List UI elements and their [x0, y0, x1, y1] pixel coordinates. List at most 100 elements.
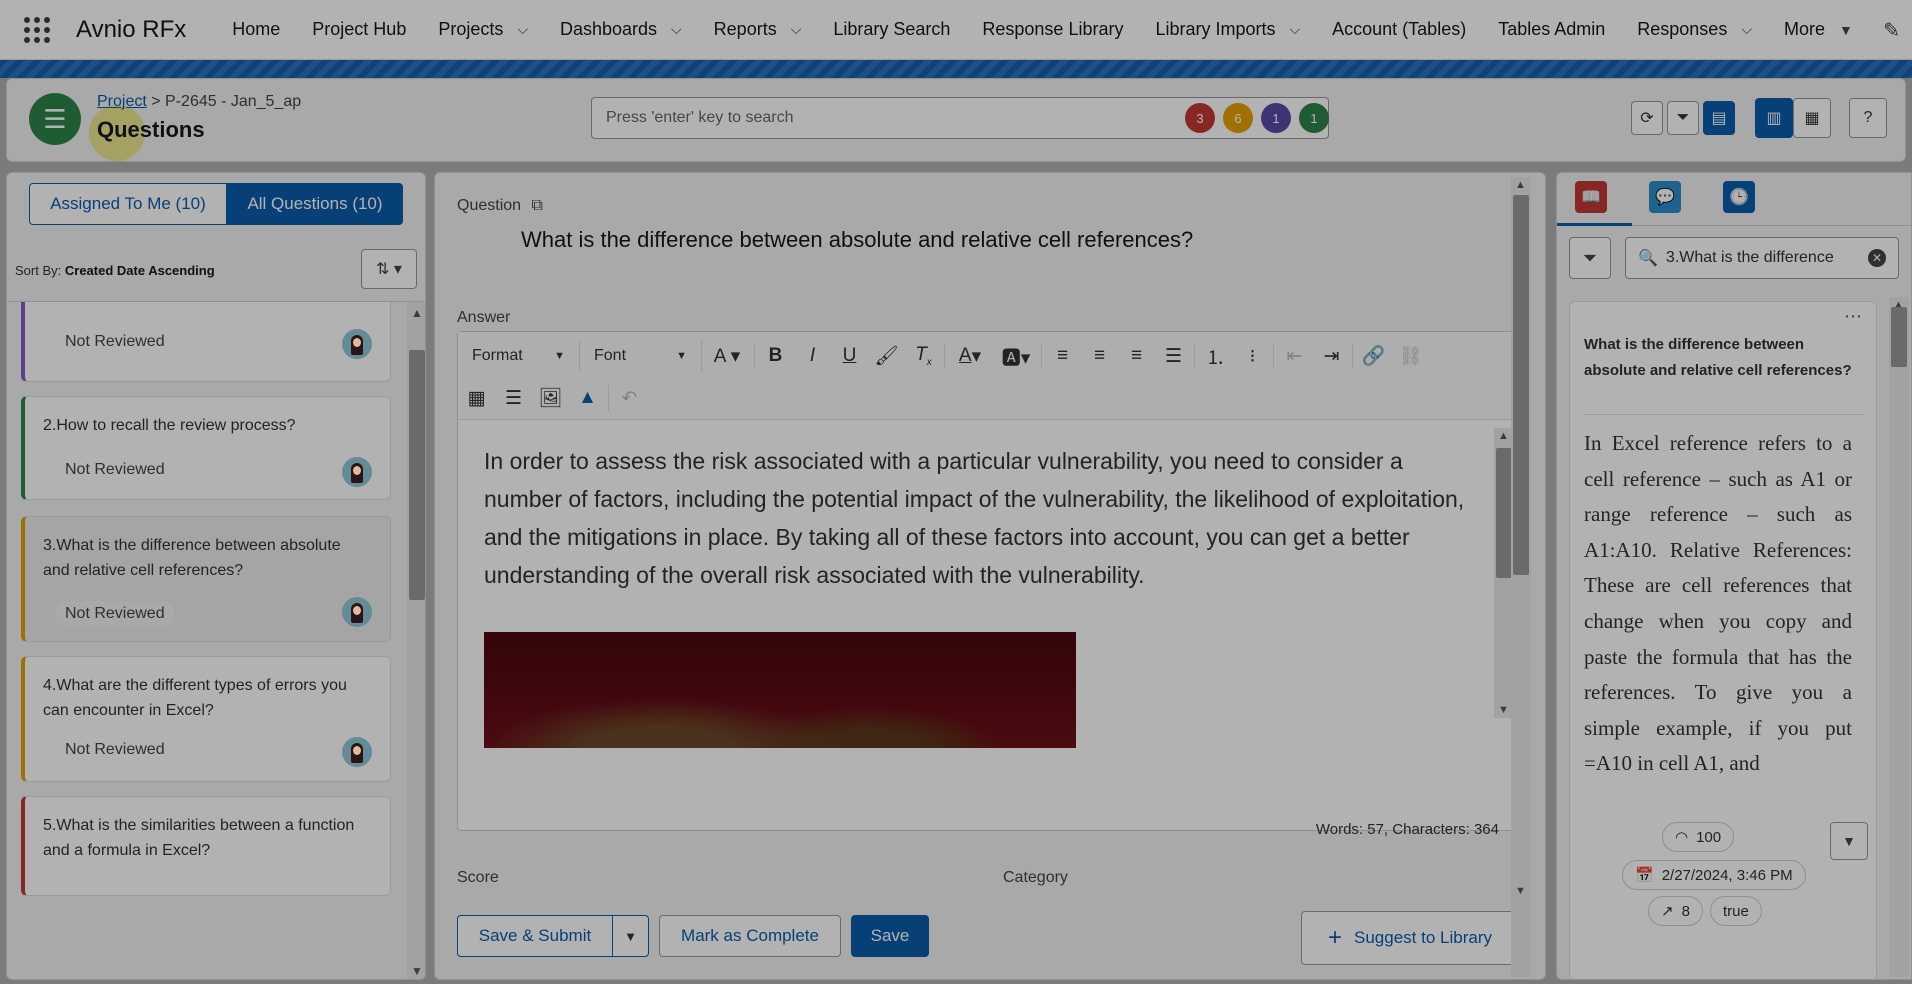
edit-nav-icon[interactable]: ✎: [1883, 18, 1900, 43]
save-submit-dropdown-button[interactable]: ▼: [613, 915, 649, 957]
scroll-down-icon[interactable]: ▼: [411, 964, 423, 978]
question-card[interactable]: 5.What is the similarities between a fun…: [21, 796, 391, 896]
chevron-down-icon[interactable]: ▼: [1839, 22, 1853, 38]
nav-item-response-library[interactable]: Response Library: [966, 0, 1139, 59]
outdent-button[interactable]: ⇤: [1276, 341, 1313, 371]
bullet-list-button[interactable]: ⁝: [1234, 341, 1271, 371]
question-card[interactable]: Excel? Not Reviewed: [21, 302, 391, 382]
mark-as-complete-button[interactable]: Mark as Complete: [659, 915, 841, 957]
nav-item-more[interactable]: More ▼: [1768, 0, 1869, 59]
search-input[interactable]: Press 'enter' key to search: [591, 97, 1329, 139]
scrollbar-thumb[interactable]: [1496, 448, 1512, 578]
chevron-down-icon[interactable]: ⌵: [1741, 21, 1752, 38]
font-select[interactable]: Font ▼: [580, 341, 702, 371]
italic-button[interactable]: I: [794, 341, 831, 371]
assign-button[interactable]: ▤: [1703, 101, 1735, 135]
status-count-badge[interactable]: 3: [1185, 103, 1215, 133]
justify-button[interactable]: ☰: [1155, 341, 1192, 371]
clear-search-icon[interactable]: ✕: [1868, 249, 1886, 267]
nav-item-account-tables[interactable]: Account (Tables): [1316, 0, 1482, 59]
background-color-button[interactable]: 🅰▾: [993, 341, 1039, 371]
answer-text[interactable]: In order to assess the risk associated w…: [484, 442, 1484, 594]
scroll-up-icon[interactable]: ▲: [1498, 430, 1509, 442]
tab-all-questions[interactable]: All Questions (10): [227, 183, 403, 225]
avnio-insert-button[interactable]: ▲: [569, 383, 606, 413]
question-list-scrollbar[interactable]: ▲ ▼: [407, 302, 425, 979]
save-button[interactable]: Save: [851, 915, 929, 957]
image-icon: 🖼: [538, 388, 563, 409]
undo-button[interactable]: ↶: [611, 383, 648, 413]
save-and-submit-button[interactable]: Save & Submit: [457, 915, 613, 957]
chevron-down-icon[interactable]: ⌵: [1290, 21, 1301, 38]
indent-button[interactable]: ⇥: [1313, 341, 1350, 371]
nav-item-label: Projects: [438, 19, 504, 39]
split-view-button[interactable]: ▥: [1755, 98, 1793, 138]
library-search-input[interactable]: 🔍 3.What is the difference ✕: [1625, 237, 1899, 279]
nav-item-project-hub[interactable]: Project Hub: [296, 0, 422, 59]
scroll-down-icon[interactable]: ▼: [1498, 704, 1509, 716]
link-button[interactable]: 🔗: [1355, 341, 1392, 371]
nav-item-home[interactable]: Home: [216, 0, 296, 59]
scrollbar-thumb[interactable]: [1891, 307, 1907, 367]
numbered-list-button[interactable]: ⒈: [1197, 341, 1234, 371]
bold-button[interactable]: B: [757, 341, 794, 371]
align-center-button[interactable]: ≡: [1081, 341, 1118, 371]
scrollbar-thumb[interactable]: [1513, 195, 1529, 575]
nav-item-library-imports[interactable]: Library Imports ⌵: [1139, 0, 1316, 59]
suggest-to-library-button[interactable]: + Suggest to Library: [1301, 911, 1519, 965]
help-button[interactable]: ?: [1849, 98, 1887, 138]
tab-assigned-to-me[interactable]: Assigned To Me (10): [29, 183, 227, 225]
answer-editor[interactable]: Format ▼ Font ▼ A ▾ B I U 🖌 Tx A ▾ 🅰▾ ≡ ≡ ≡…: [457, 331, 1517, 831]
open-external-icon[interactable]: ⧉: [532, 197, 543, 214]
sort-direction-button[interactable]: ⇅ ▾: [361, 249, 417, 289]
horizontal-rule-button[interactable]: ☰: [495, 383, 532, 413]
expand-answer-button[interactable]: ▼: [1830, 822, 1868, 860]
nav-item-responses[interactable]: Responses ⌵: [1621, 0, 1768, 59]
text-color-button[interactable]: A ▾: [947, 341, 993, 371]
status-count-badge[interactable]: 1: [1261, 103, 1291, 133]
assignee-avatar: [342, 329, 372, 359]
breadcrumb-project-link[interactable]: Project: [97, 93, 147, 110]
status-count-badge[interactable]: 6: [1223, 103, 1253, 133]
nav-item-projects[interactable]: Projects ⌵: [422, 0, 544, 59]
filter-button[interactable]: ⏷: [1667, 101, 1699, 135]
toolbar-separator: [1352, 343, 1353, 369]
scroll-down-icon[interactable]: ▼: [1515, 885, 1526, 897]
tab-chat[interactable]: 💬: [1649, 181, 1681, 213]
library-filter-button[interactable]: ⏷: [1569, 237, 1611, 279]
chevron-down-icon[interactable]: ⌵: [671, 21, 682, 38]
tab-history[interactable]: 🕒: [1723, 181, 1755, 213]
insert-table-button[interactable]: ▦: [458, 383, 495, 413]
insert-image-button[interactable]: 🖼: [532, 383, 569, 413]
unlink-button[interactable]: ⛓: [1392, 341, 1429, 371]
status-count-badge[interactable]: 1: [1299, 103, 1329, 133]
result-answer: In Excel reference refers to a cell refe…: [1584, 431, 1852, 776]
nav-item-tables-admin[interactable]: Tables Admin: [1482, 0, 1621, 59]
table-view-button[interactable]: ▦: [1793, 98, 1831, 138]
breadcrumb-project[interactable]: P-2645 - Jan_5_ap: [165, 93, 301, 110]
chevron-down-icon[interactable]: ⌵: [791, 21, 802, 38]
align-left-button[interactable]: ≡: [1044, 341, 1081, 371]
tab-library[interactable]: 📖: [1575, 181, 1607, 213]
scroll-up-icon[interactable]: ▲: [411, 306, 423, 320]
nav-item-reports[interactable]: Reports ⌵: [698, 0, 818, 59]
nav-item-dashboards[interactable]: Dashboards ⌵: [544, 0, 698, 59]
align-right-button[interactable]: ≡: [1118, 341, 1155, 371]
app-launcher-icon[interactable]: [22, 15, 52, 45]
scroll-up-icon[interactable]: ▲: [1515, 179, 1526, 191]
question-card[interactable]: 3.What is the difference between absolut…: [21, 516, 391, 642]
format-painter-button[interactable]: 🖌: [868, 341, 905, 371]
more-options-icon[interactable]: ⋯: [1844, 306, 1862, 327]
chevron-down-icon[interactable]: ⌵: [517, 21, 528, 38]
format-select[interactable]: Format ▼: [458, 341, 580, 371]
scrollbar-thumb[interactable]: [409, 350, 425, 600]
question-card[interactable]: 4.What are the different types of errors…: [21, 656, 391, 782]
library-scrollbar[interactable]: ▲: [1889, 297, 1909, 977]
nav-item-library-search[interactable]: Library Search: [817, 0, 966, 59]
underline-button[interactable]: U: [831, 341, 868, 371]
font-size-button[interactable]: A ▾: [702, 341, 752, 371]
clear-formatting-button[interactable]: Tx: [905, 341, 942, 371]
detail-scrollbar[interactable]: ▲ ▼: [1511, 177, 1531, 977]
question-card[interactable]: 2.How to recall the review process? Not R…: [21, 396, 391, 500]
refresh-button[interactable]: ⟳: [1631, 101, 1663, 135]
